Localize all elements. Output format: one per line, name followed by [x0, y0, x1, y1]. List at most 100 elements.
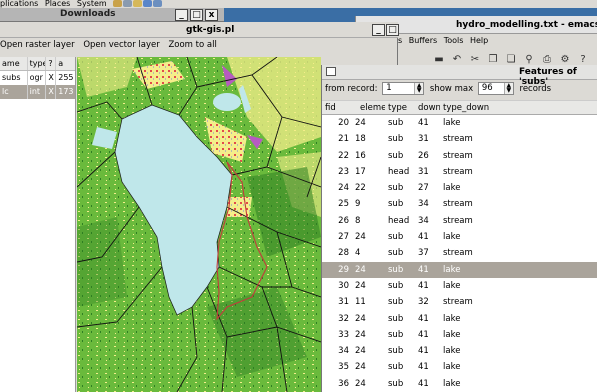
cell-type-down: stream — [443, 248, 473, 259]
layer-row[interactable]: lc int X 173 — [0, 85, 75, 99]
maximize-button[interactable]: □ — [190, 9, 203, 21]
column-header-type[interactable]: type — [28, 57, 47, 70]
features-titlebar[interactable]: Features of 'subs' — [322, 65, 597, 87]
cell-type: sub — [388, 199, 404, 210]
table-row[interactable]: 30 24 sub 41 lake — [322, 277, 597, 295]
launcher-icon[interactable] — [133, 0, 143, 7]
applications-menu[interactable]: plications — [0, 0, 38, 8]
table-row[interactable]: 20 24 sub 41 lake — [322, 115, 597, 132]
cell-type: sub — [388, 362, 404, 373]
launcher-icon[interactable] — [143, 0, 153, 7]
emacs-title: hydro_modelling.txt - emacs@loc — [456, 20, 597, 30]
table-row[interactable]: 25 9 sub 34 stream — [322, 196, 597, 213]
cell-down: 37 — [418, 248, 429, 259]
downloads-window: Downloads _ □ x — [0, 8, 224, 22]
column-header-visible[interactable]: ? — [46, 57, 57, 70]
column-header-element[interactable]: element — [357, 101, 385, 114]
table-row[interactable]: 33 24 sub 41 lake — [322, 326, 597, 344]
launcher-icons — [113, 0, 163, 8]
emacs-menu-help[interactable]: Help — [470, 36, 488, 45]
cell-type-down: stream — [443, 166, 473, 177]
table-row[interactable]: 22 16 sub 26 stream — [322, 147, 597, 164]
cell-fid: 21 — [338, 134, 349, 145]
layer-alpha: 255 — [58, 73, 74, 82]
cell-down: 31 — [418, 166, 429, 177]
launcher-icon[interactable] — [153, 0, 163, 7]
features-table-header: fid element type down type_down — [322, 100, 597, 115]
close-button[interactable]: x — [205, 9, 218, 21]
gis-titlebar[interactable]: gtk-gis.pl _ □ — [0, 22, 399, 38]
cell-type: head — [388, 166, 410, 177]
cell-down: 26 — [418, 150, 429, 161]
map-canvas[interactable] — [77, 57, 321, 392]
features-window: Features of 'subs' from record: 1 ▲ ▼ sho… — [321, 65, 597, 392]
cell-type-down: lake — [443, 329, 461, 340]
maximize-button[interactable]: □ — [386, 24, 399, 36]
zoom-to-all-button[interactable]: Zoom to all — [168, 40, 216, 50]
table-row[interactable]: 35 24 sub 41 lake — [322, 359, 597, 376]
cell-down: 41 — [418, 232, 429, 243]
table-row[interactable]: 27 24 sub 41 lake — [322, 229, 597, 246]
layer-name: subs — [0, 71, 28, 85]
layer-row[interactable]: subs ogr X 255 — [0, 71, 75, 85]
cell-type: sub — [388, 297, 404, 308]
table-row[interactable]: 26 8 head 34 stream — [322, 212, 597, 230]
cell-type: sub — [388, 264, 404, 275]
cell-type: sub — [388, 280, 404, 291]
cell-fid: 32 — [338, 313, 349, 324]
show-max-label: show max — [429, 83, 474, 94]
window-menu-icon[interactable] — [326, 67, 336, 76]
spinner-arrows-icon[interactable]: ▲ ▼ — [503, 83, 513, 94]
cell-type: sub — [388, 150, 404, 161]
spinner-arrows-icon[interactable]: ▲ ▼ — [414, 83, 424, 94]
table-row[interactable]: 32 24 sub 41 lake — [322, 310, 597, 327]
system-menu[interactable]: System — [77, 0, 107, 8]
column-header-name[interactable]: ame — [0, 57, 28, 70]
cell-down: 34 — [418, 199, 429, 210]
records-label: records — [519, 83, 552, 94]
cell-element: 8 — [355, 215, 361, 226]
table-row[interactable]: 21 18 sub 31 stream — [322, 131, 597, 148]
column-header-alpha[interactable]: a — [56, 57, 75, 70]
table-row[interactable]: 23 17 head 31 stream — [322, 163, 597, 181]
table-row[interactable]: 36 24 sub 41 lake — [322, 375, 597, 392]
column-header-type[interactable]: type — [385, 101, 415, 114]
cell-element: 24 — [355, 378, 366, 389]
cell-fid: 34 — [338, 346, 349, 357]
table-row[interactable]: 28 4 sub 37 stream — [322, 245, 597, 262]
map-svg[interactable] — [77, 57, 321, 392]
open-vector-layer-button[interactable]: Open vector layer — [83, 40, 159, 50]
emacs-menu-tools[interactable]: Tools — [444, 36, 464, 45]
table-row[interactable]: 29 24 sub 41 lake — [322, 261, 597, 278]
emacs-menu-buffers[interactable]: Buffers — [409, 36, 437, 45]
cell-type: sub — [388, 118, 404, 128]
column-header-type-down[interactable]: type_down — [440, 101, 520, 114]
cell-down: 41 — [418, 264, 429, 275]
launcher-icon[interactable] — [113, 0, 123, 7]
places-menu[interactable]: Places — [45, 0, 70, 8]
cell-element: 24 — [355, 264, 366, 275]
cell-type-down: stream — [443, 150, 473, 161]
show-max-spinner[interactable]: 96 ▲ ▼ — [477, 82, 514, 95]
cell-down: 41 — [418, 313, 429, 324]
cell-fid: 23 — [338, 166, 349, 177]
features-controls: from record: 1 ▲ ▼ show max 96 ▲ ▼ records — [325, 82, 553, 97]
cell-fid: 29 — [338, 264, 349, 275]
minimize-button[interactable]: _ — [175, 9, 188, 21]
from-record-label: from record: — [325, 83, 378, 94]
from-record-spinner[interactable]: 1 ▲ ▼ — [382, 82, 425, 95]
cell-type-down: lake — [443, 280, 461, 291]
cell-element: 24 — [355, 118, 366, 128]
minimize-button[interactable]: _ — [372, 24, 385, 36]
launcher-icon[interactable] — [123, 0, 133, 7]
table-row[interactable]: 34 24 sub 41 lake — [322, 343, 597, 360]
column-header-fid[interactable]: fid — [322, 101, 357, 114]
cell-down: 31 — [418, 134, 429, 145]
open-raster-layer-button[interactable]: Open raster layer — [0, 40, 75, 50]
cell-fid: 33 — [338, 329, 349, 340]
column-header-down[interactable]: down — [415, 101, 440, 114]
from-record-value: 1 — [386, 83, 392, 93]
table-row[interactable]: 31 11 sub 32 stream — [322, 294, 597, 311]
table-row[interactable]: 24 22 sub 27 lake — [322, 180, 597, 197]
emacs-menu-s[interactable]: s — [398, 36, 402, 45]
